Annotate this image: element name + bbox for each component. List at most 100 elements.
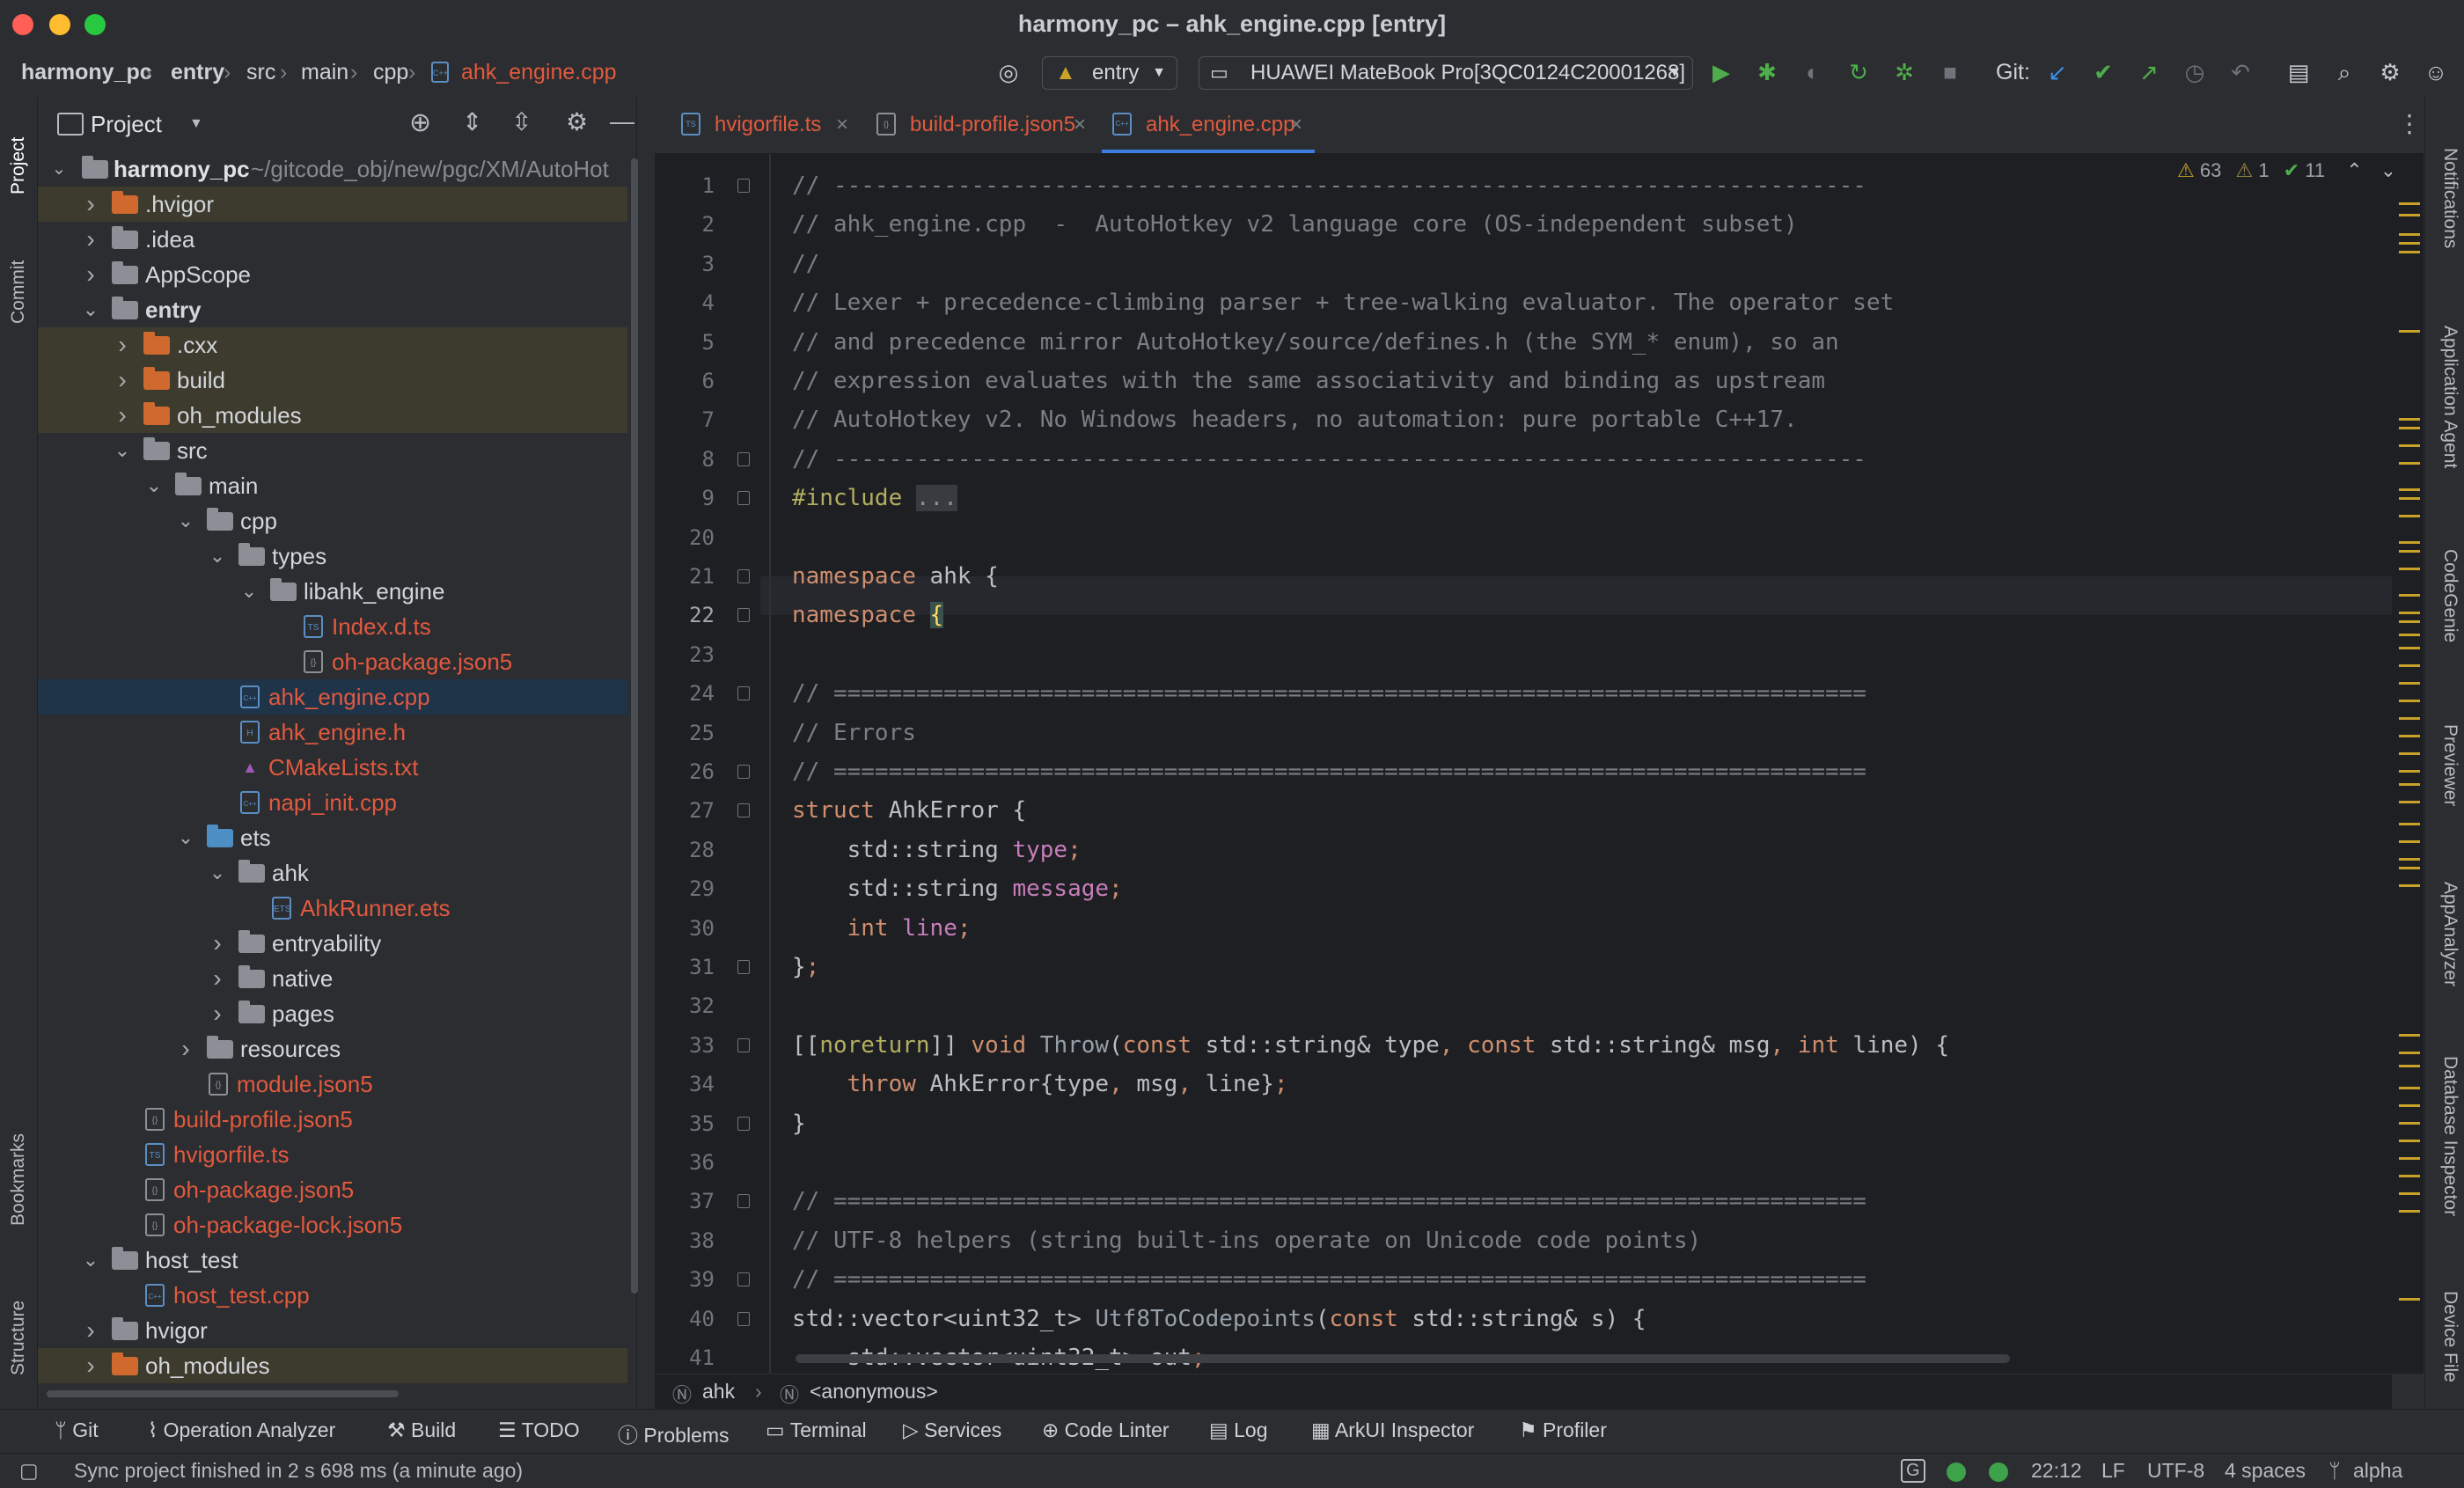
application-agent-tool-tab[interactable]: Application Agent (2431, 304, 2460, 489)
tree-folder[interactable]: ⌄ libahk_engine (38, 574, 627, 609)
previewer-tool-tab[interactable]: Previewer (2431, 704, 2460, 827)
warning-marker[interactable] (2399, 541, 2420, 544)
chevron-down-icon[interactable]: ⌄ (114, 433, 131, 468)
warning-marker[interactable] (2399, 612, 2420, 614)
tree-file[interactable]: {} oh-package.json5 (38, 1172, 627, 1207)
tool-operation-analyzer[interactable]: ⌇ Operation Analyzer (148, 1418, 335, 1442)
code-line[interactable]: }; (792, 948, 819, 986)
code-line[interactable]: // -------------------------------------… (792, 440, 1866, 479)
tree-file[interactable]: C++ host_test.cpp (38, 1278, 627, 1313)
warning-marker[interactable] (2399, 251, 2420, 253)
tree-file[interactable]: TS hvigorfile.ts (38, 1137, 627, 1172)
code-line[interactable]: // ahk_engine.cpp - AutoHotkey v2 langua… (792, 205, 1798, 244)
chevron-down-icon[interactable]: ⌄ (145, 468, 163, 503)
commit-tool-tab[interactable]: Commit (4, 239, 33, 345)
warning-marker[interactable] (2399, 427, 2420, 429)
git-push-icon[interactable]: ↗ (2135, 58, 2163, 86)
tree-folder[interactable]: › build (38, 363, 627, 398)
run-icon[interactable]: ▶ (1707, 58, 1735, 86)
chevron-right-icon[interactable]: › (177, 1031, 194, 1067)
warning-marker[interactable] (2399, 700, 2420, 702)
breadcrumb-src[interactable]: src (246, 60, 275, 85)
git-branch[interactable]: alpha (2353, 1459, 2402, 1483)
tree-file[interactable]: Hahk_engine.h (38, 715, 627, 750)
status-ok-icon[interactable] (1947, 1462, 1966, 1482)
chevron-right-icon[interactable]: › (82, 1348, 99, 1383)
warning-marker[interactable] (2399, 634, 2420, 636)
fold-marker-icon[interactable] (737, 1311, 750, 1326)
code-line[interactable]: // -------------------------------------… (792, 166, 1866, 205)
warning-marker[interactable] (2399, 330, 2420, 333)
tree-folder[interactable]: ⌄ ets (38, 820, 627, 855)
fold-marker-icon[interactable] (737, 1116, 750, 1131)
warning-marker[interactable] (2399, 735, 2420, 737)
warning-marker[interactable] (2399, 550, 2420, 553)
warning-marker[interactable] (2399, 1034, 2420, 1037)
tree-folder[interactable]: ⌄ ahk (38, 855, 627, 891)
warning-marker[interactable] (2399, 488, 2420, 491)
tree-file[interactable]: ▲ CMakeLists.txt (38, 750, 627, 785)
expand-all-icon[interactable]: ⇕ (462, 107, 482, 136)
code-line[interactable]: // =====================================… (792, 1182, 1866, 1220)
tool-build[interactable]: ⚒ Build (387, 1418, 456, 1442)
tree-file[interactable]: {} oh-package.json5 (38, 644, 627, 679)
tree-folder[interactable]: › .hvigor (38, 187, 627, 222)
tree-file[interactable]: ETS AhkRunner.ets (38, 891, 627, 926)
tree-folder[interactable]: › native (38, 961, 627, 996)
warning-marker[interactable] (2399, 752, 2420, 755)
codegenie-status-icon[interactable]: G (1901, 1459, 1925, 1483)
inspection-widget[interactable]: ⚠ 63 ⚠ 1 ✔ 11 ⌃ ⌄ (2177, 159, 2396, 191)
git-update-icon[interactable]: ↙ (2043, 58, 2072, 86)
close-icon[interactable]: × (836, 97, 848, 153)
warning-marker[interactable] (2399, 594, 2420, 597)
tool-profiler[interactable]: ⚑ Profiler (1519, 1418, 1607, 1442)
code-line[interactable]: // (792, 245, 819, 283)
tool-todo[interactable]: ☰ TODO (498, 1418, 580, 1442)
warning-marker[interactable] (2399, 418, 2420, 421)
layout-icon[interactable]: ▢ (19, 1459, 39, 1483)
code-line[interactable]: // UTF-8 helpers (string built-ins opera… (792, 1221, 1701, 1260)
code-line[interactable]: } (792, 1104, 806, 1143)
code-line[interactable]: namespace { (792, 596, 944, 634)
warning-marker[interactable] (2399, 1298, 2420, 1301)
device-file-tool-tab[interactable]: Device File (2431, 1271, 2460, 1403)
warning-marker[interactable] (2399, 515, 2420, 517)
indent-setting[interactable]: 4 spaces (2225, 1459, 2306, 1483)
chevron-down-icon[interactable]: ⌄ (177, 503, 194, 539)
search-icon[interactable]: ⌕ (2330, 58, 2358, 86)
chevron-right-icon[interactable]: › (209, 961, 226, 996)
fold-marker-icon[interactable] (737, 765, 750, 779)
warning-marker[interactable] (2399, 647, 2420, 649)
warning-marker[interactable] (2399, 462, 2420, 465)
collapse-all-icon[interactable]: ⇳ (511, 107, 532, 136)
hide-panel-icon[interactable]: — (610, 107, 634, 136)
error-stripe[interactable] (2392, 154, 2424, 1374)
chevron-right-icon[interactable]: › (114, 398, 131, 433)
chevron-right-icon[interactable]: › (209, 926, 226, 961)
warning-marker[interactable] (2399, 202, 2420, 205)
code-line[interactable]: std::vector<uint32_t> Utf8ToCodepoints(c… (792, 1300, 1646, 1338)
tree-folder[interactable]: › hvigor (38, 1313, 627, 1348)
structure-tool-tab[interactable]: Structure (4, 1276, 33, 1399)
chevron-right-icon[interactable]: › (209, 996, 226, 1031)
debug-icon[interactable]: ✱ (1753, 58, 1781, 86)
warning-marker[interactable] (2399, 1052, 2420, 1054)
codegenie-tool-tab[interactable]: CodeGenie (2431, 530, 2460, 662)
tab-ahk-engine[interactable]: C++ ahk_engine.cpp × (1102, 97, 1315, 153)
tree-folder[interactable]: › pages (38, 996, 627, 1031)
warning-marker[interactable] (2399, 1065, 2420, 1067)
previous-highlight-icon[interactable]: ⌃ (2346, 159, 2362, 181)
tree-file[interactable]: {} build-profile.json5 (38, 1102, 627, 1137)
module-selector[interactable]: ▲ entry ▼ (1042, 56, 1177, 90)
project-tool-tab[interactable]: Project (4, 113, 33, 218)
fold-marker-icon[interactable] (737, 569, 750, 583)
database-inspector-tool-tab[interactable]: Database Inspector (2431, 1035, 2460, 1237)
chevron-down-icon[interactable]: ▼ (189, 116, 203, 132)
tree-file[interactable]: C++ ahk_engine.cpp (38, 679, 627, 715)
code-line[interactable]: struct AhkError { (792, 791, 1026, 830)
warning-marker[interactable] (2399, 717, 2420, 720)
tree-file[interactable]: {} oh-package-lock.json5 (38, 1207, 627, 1242)
warning-marker[interactable] (2399, 620, 2420, 623)
warning-marker[interactable] (2399, 801, 2420, 803)
appanalyzer-tool-tab[interactable]: AppAnalyzer (2431, 864, 2460, 1005)
